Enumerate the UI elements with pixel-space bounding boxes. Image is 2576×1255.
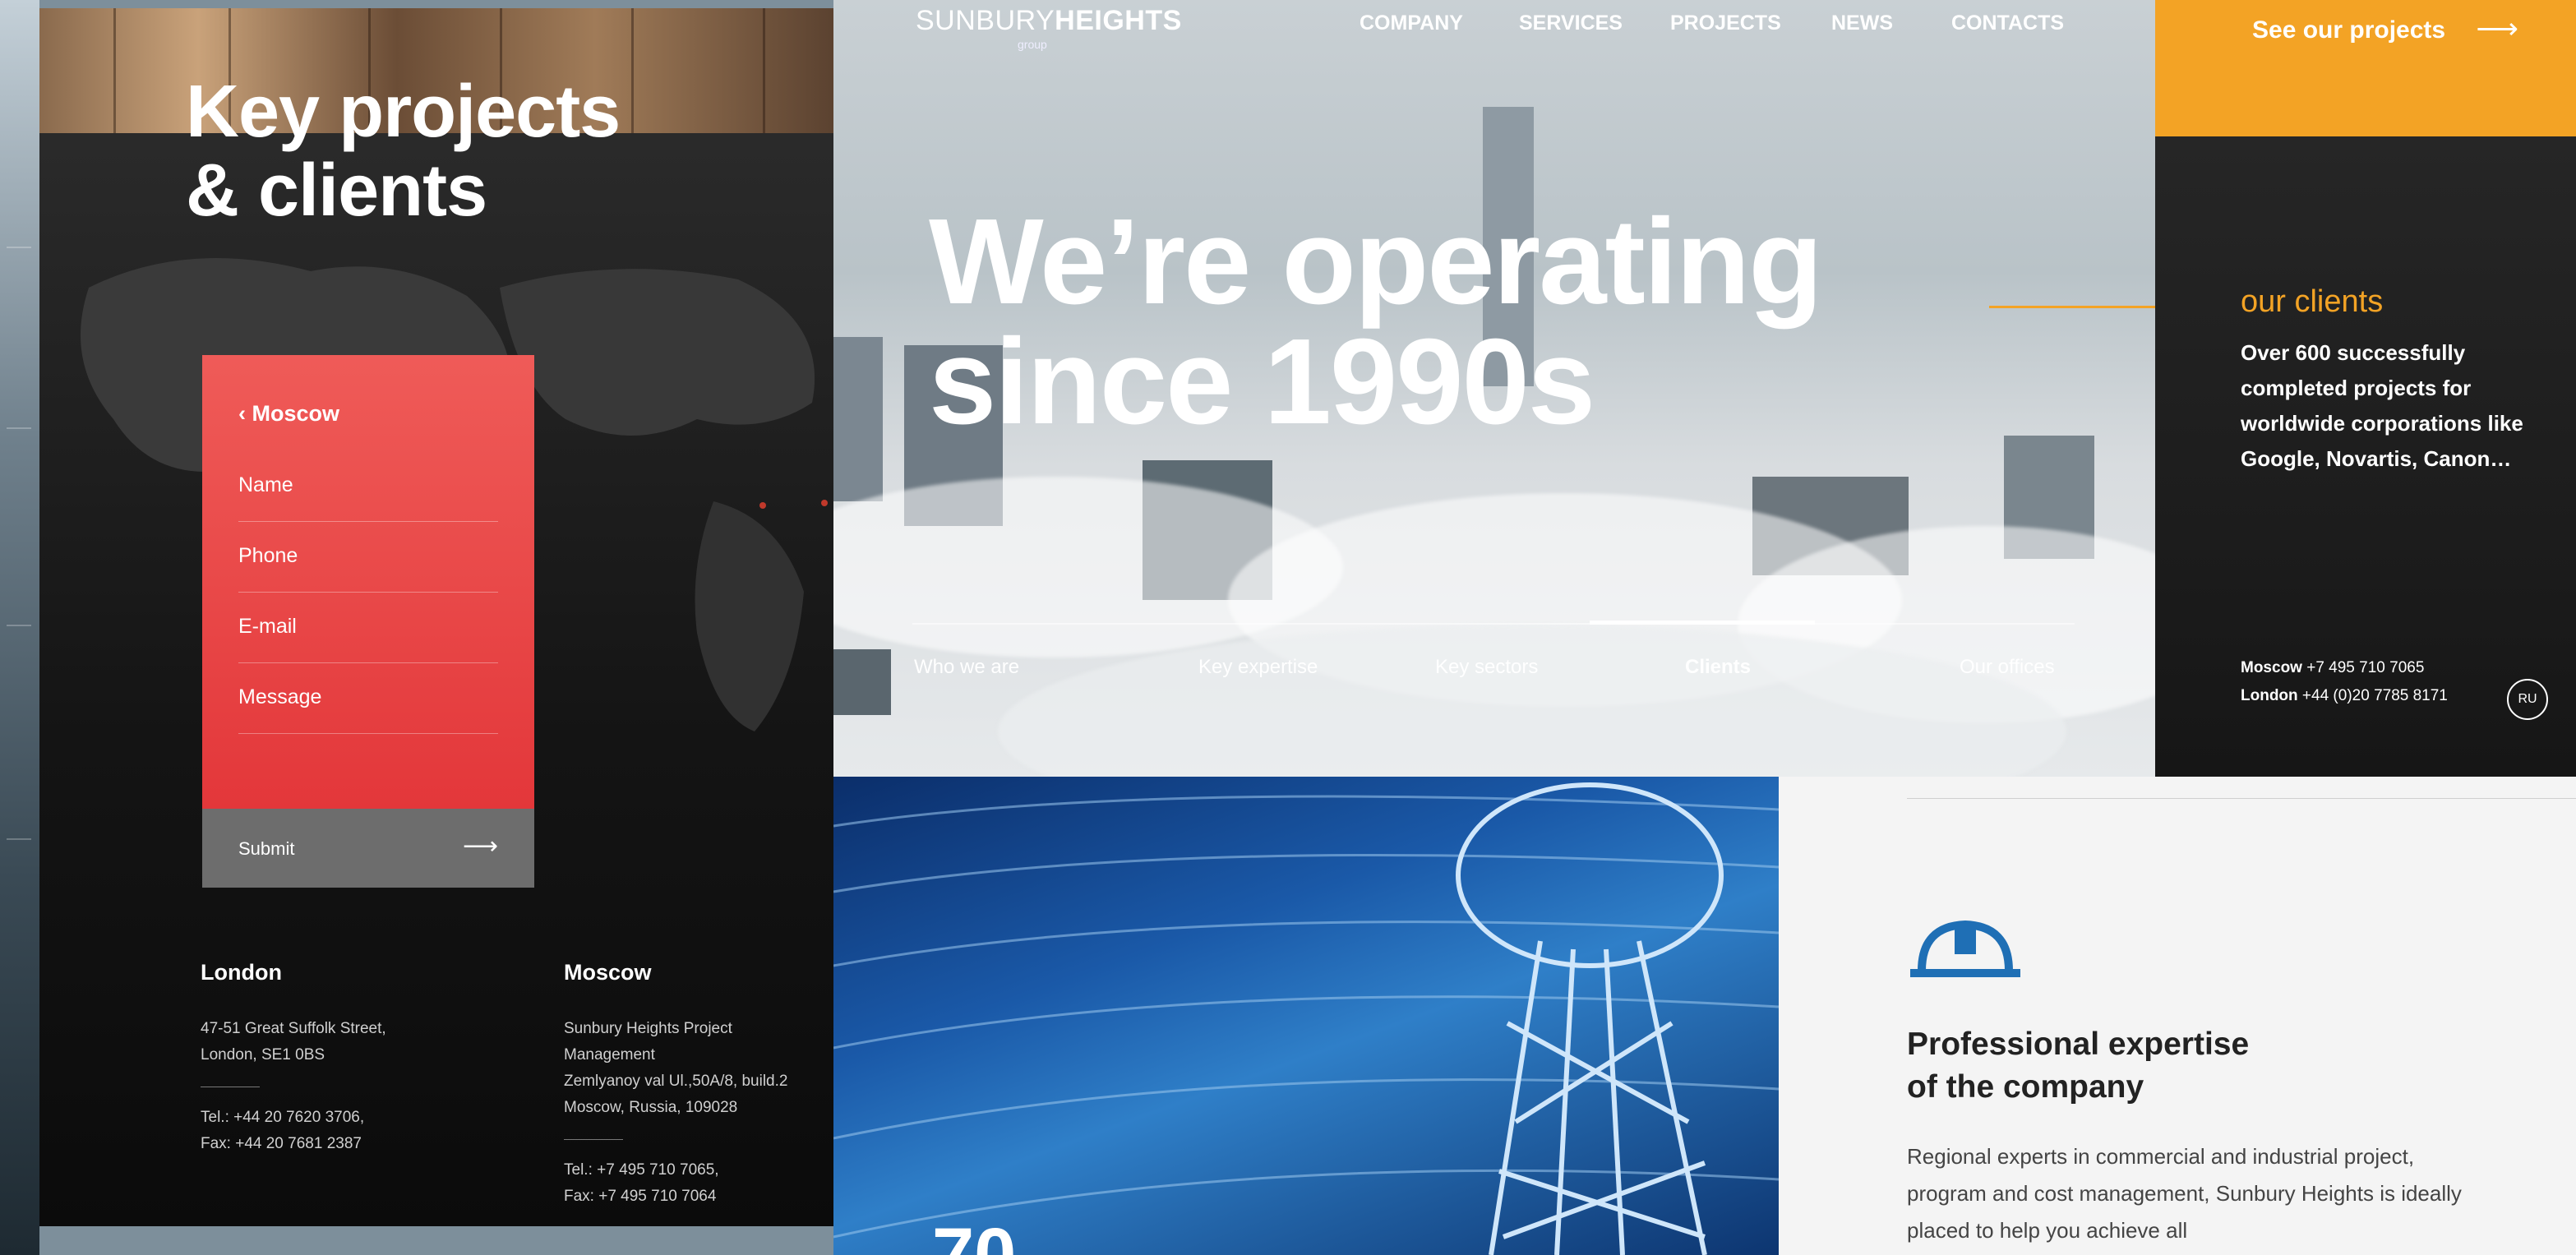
chevron-left-icon: ‹ [238, 401, 252, 426]
clients-description: Over 600 successfully completed projects… [2241, 340, 2523, 471]
office-moscow-contacts: Tel.: +7 495 710 7065, Fax: +7 495 710 7… [564, 1157, 719, 1210]
address-line: Zemlyanoy val Ul.,50A/8, build.2 [564, 1073, 788, 1090]
tel-line: Tel.: +44 20 7620 3706, [201, 1109, 365, 1126]
phone-number: +7 495 710 7065 [2306, 659, 2425, 676]
title-line: Professional expertise [1907, 1027, 2250, 1062]
nav-contacts[interactable]: CONTACTS [1951, 12, 2064, 35]
hero-title-line: We’re operating [929, 194, 1823, 330]
contact-panel: Key projects & clients ‹ Moscow Name Pho… [39, 8, 833, 1226]
cta-label: See our projects [2252, 16, 2446, 44]
address-line: Moscow, Russia, 109028 [564, 1099, 738, 1116]
background-strip [0, 0, 39, 1255]
subnav-our-offices[interactable]: Our offices [1960, 656, 2055, 679]
address-line: London, SE1 0BS [201, 1046, 325, 1064]
logo-bold-text: HEIGHTS [1055, 5, 1182, 36]
logo-subtitle: group [1018, 38, 1047, 51]
subnav-key-expertise[interactable]: Key expertise [1198, 656, 1318, 679]
office-london-address: 47-51 Great Suffolk Street, London, SE1 … [201, 1016, 386, 1068]
field-label: Name [238, 473, 293, 496]
section-title: Key projects & clients [186, 71, 621, 232]
city-label: Moscow [252, 401, 340, 426]
title-line: of the company [1907, 1069, 2144, 1105]
nav-services[interactable]: SERVICES [1519, 12, 1623, 35]
expertise-title: Professional expertise of the company [1907, 1023, 2249, 1109]
language-switch[interactable]: RU [2507, 679, 2548, 720]
fax-line: Fax: +44 20 7681 2387 [201, 1135, 362, 1152]
field-label: E-mail [238, 615, 297, 638]
phone-london: London +44 (0)20 7785 8171 [2241, 687, 2448, 705]
email-field[interactable]: E-mail [238, 592, 498, 663]
clients-heading: our clients [2241, 284, 2384, 319]
phone-moscow: Moscow +7 495 710 7065 [2241, 659, 2424, 677]
expertise-card: Professional expertise of the company Re… [1779, 777, 2576, 1255]
address-line: Management [564, 1046, 655, 1064]
nav-projects[interactable]: PROJECTS [1670, 12, 1781, 35]
nav-company[interactable]: COMPANY [1360, 12, 1463, 35]
see-projects-button[interactable]: See our projects ⟶ [2155, 0, 2576, 136]
name-field[interactable]: Name [238, 450, 498, 522]
office-london-title: London [201, 960, 282, 985]
field-label: Message [238, 685, 322, 708]
logo-light-text: SUNBURY [916, 5, 1055, 36]
building-image [833, 337, 883, 501]
contact-form: ‹ Moscow Name Phone E-mail Message [202, 355, 534, 809]
building-image [833, 649, 891, 715]
nav-news[interactable]: NEWS [1831, 12, 1893, 35]
title-line: Key projects [186, 71, 621, 153]
expertise-description: Regional experts in commercial and indus… [1907, 1144, 2462, 1243]
field-label: Phone [238, 544, 298, 567]
arrow-right-icon: ⟶ [2476, 12, 2518, 45]
city-back-link[interactable]: ‹ Moscow [238, 401, 339, 427]
structure-photo: 70 [833, 777, 1779, 1255]
subnav-track [912, 623, 2075, 625]
subnav-key-sectors[interactable]: Key sectors [1435, 656, 1538, 679]
message-field[interactable]: Message [238, 662, 498, 734]
clients-panel: our clients Over 600 successfully comple… [2155, 136, 2576, 777]
address-line: 47-51 Great Suffolk Street, [201, 1020, 386, 1037]
title-line: & clients [186, 150, 487, 232]
divider [1907, 798, 2576, 799]
site-logo[interactable]: SUNBURYHEIGHTS [916, 5, 1182, 37]
subnav-active-indicator [1590, 621, 1815, 625]
hero-title: We’re operating since 1990s [929, 194, 1823, 450]
phone-city: London [2241, 687, 2298, 704]
phone-city: Moscow [2241, 659, 2302, 676]
divider [564, 1139, 623, 1140]
stat-number: 70 [932, 1213, 1017, 1255]
hero-section: SUNBURYHEIGHTS group COMPANY SERVICES PR… [833, 0, 2155, 777]
phone-field[interactable]: Phone [238, 521, 498, 593]
submit-button[interactable]: Submit ⟶ [202, 809, 534, 888]
office-moscow-address: Sunbury Heights Project Management Zemly… [564, 1016, 787, 1121]
subnav-clients[interactable]: Clients [1685, 656, 1751, 679]
tel-line: Tel.: +7 495 710 7065, [564, 1161, 719, 1179]
address-line: Sunbury Heights Project [564, 1020, 732, 1037]
hard-hat-icon [1910, 920, 2020, 977]
hero-title-line: since 1990s [929, 314, 1595, 450]
submit-label: Submit [238, 838, 295, 859]
lattice-structure [833, 782, 1779, 1255]
subnav-who-we-are[interactable]: Who we are [914, 656, 1019, 679]
fax-line: Fax: +7 495 710 7064 [564, 1188, 717, 1205]
arrow-right-icon: ⟶ [462, 833, 498, 860]
phone-number: +44 (0)20 7785 8171 [2301, 687, 2448, 704]
office-moscow-title: Moscow [564, 960, 652, 985]
office-london-contacts: Tel.: +44 20 7620 3706, Fax: +44 20 7681… [201, 1105, 364, 1157]
